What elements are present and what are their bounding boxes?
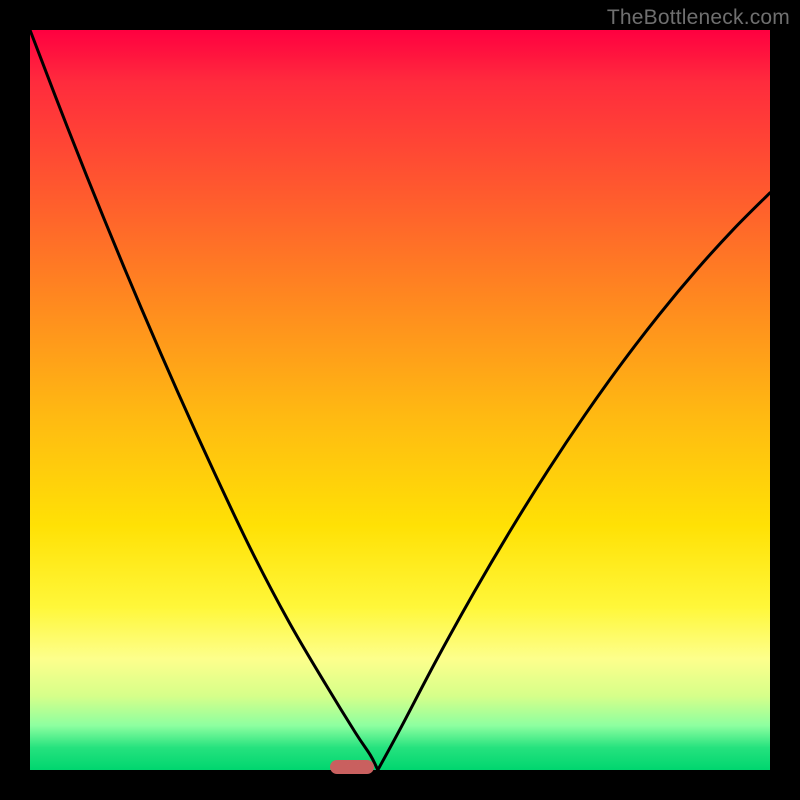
bottleneck-curves xyxy=(30,30,770,770)
curve-left-branch xyxy=(30,30,378,770)
watermark-text: TheBottleneck.com xyxy=(607,6,790,30)
chart-frame: TheBottleneck.com xyxy=(0,0,800,800)
optimal-point-marker xyxy=(330,760,374,774)
curve-right-branch xyxy=(378,193,770,770)
